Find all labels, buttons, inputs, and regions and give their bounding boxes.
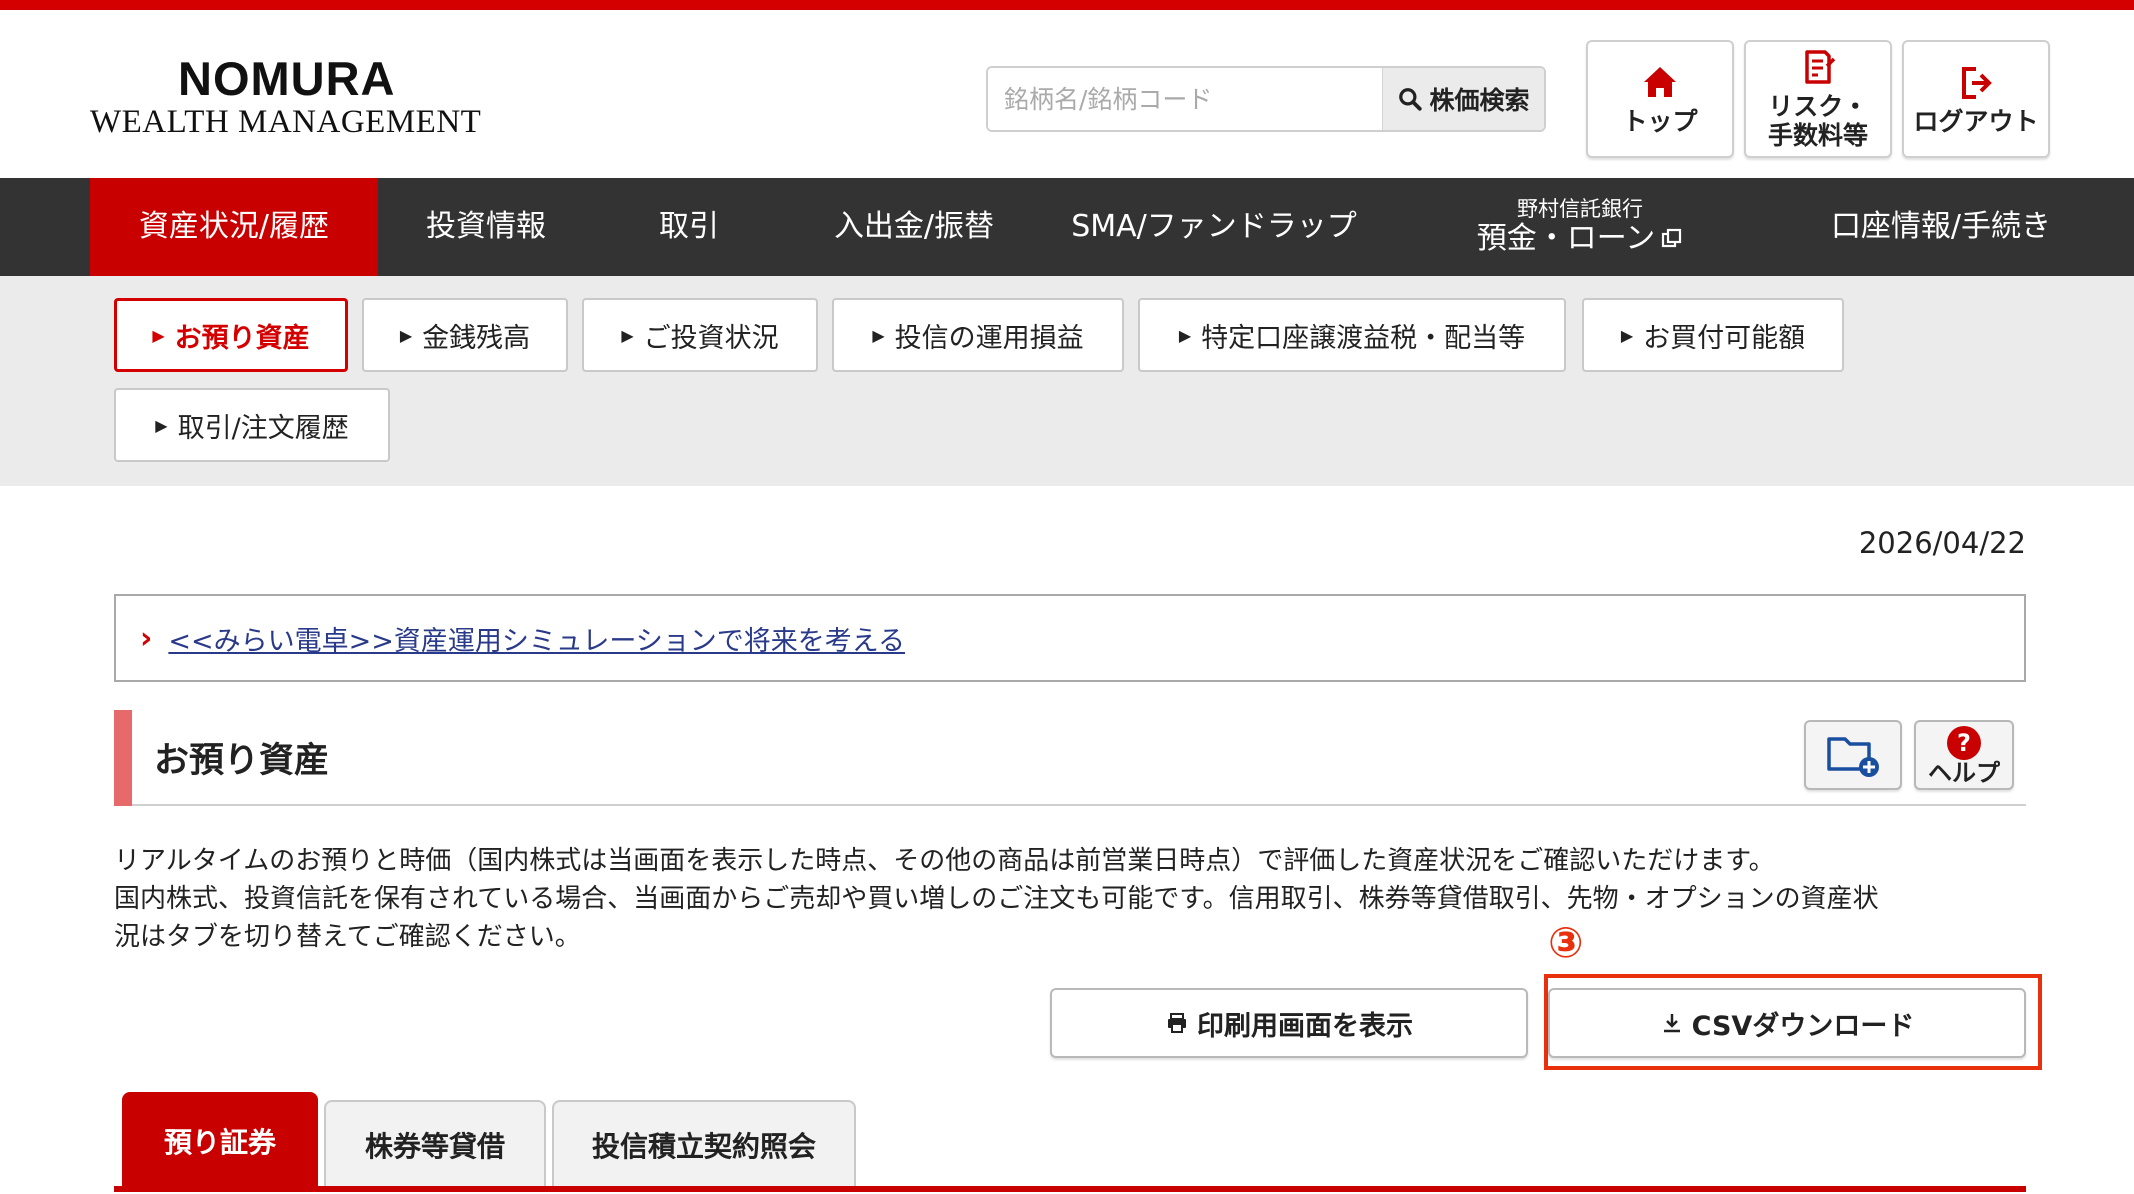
subtab-buying-power[interactable]: ▶ お買付可能額 bbox=[1582, 298, 1844, 372]
risk-fees-button[interactable]: リスク・ 手数料等 bbox=[1744, 40, 1892, 158]
section-title: お預り資産 bbox=[154, 741, 330, 781]
print-view-button-label: 印刷用画面を表示 bbox=[1197, 1010, 1413, 1042]
nav-account-procedures-label: 口座情報/手続き bbox=[1830, 209, 2052, 244]
nav-assets-history[interactable]: 資産状況/履歴 bbox=[90, 178, 378, 276]
print-view-button[interactable]: 印刷用画面を表示 bbox=[1050, 988, 1528, 1058]
nav-deposit-withdraw[interactable]: 入出金/振替 bbox=[784, 178, 1044, 276]
nav-deposit-loan-sublabel: 野村信託銀行 bbox=[1517, 197, 1643, 221]
subtab-deposited-assets-label: お預り資産 bbox=[174, 322, 310, 354]
stock-search-button-label: 株価検索 bbox=[1429, 86, 1530, 115]
subtab-investment-status-label: ご投資状況 bbox=[643, 322, 779, 354]
stock-search: 株価検索 bbox=[986, 66, 1546, 132]
tab-securities-lending[interactable]: 株券等貸借 bbox=[324, 1100, 546, 1188]
help-button-label: ヘルプ bbox=[1928, 759, 2000, 787]
triangle-right-icon: ▶ bbox=[1620, 325, 1634, 345]
subtab-buying-power-label: お買付可能額 bbox=[1643, 322, 1806, 354]
subtab-fund-profit-loss[interactable]: ▶ 投信の運用損益 bbox=[832, 298, 1124, 372]
add-folder-button[interactable] bbox=[1804, 720, 1902, 790]
help-button[interactable]: ? ヘルプ bbox=[1914, 720, 2014, 790]
nav-sma-fundwrap[interactable]: SMA/ファンドラップ bbox=[1044, 178, 1384, 276]
tab-deposited-securities[interactable]: 預り証券 bbox=[122, 1092, 318, 1188]
current-date: 2026/04/22 bbox=[1858, 526, 2026, 560]
logout-button[interactable]: ログアウト bbox=[1902, 40, 2050, 158]
subtab-deposited-assets[interactable]: ▶ お預り資産 bbox=[114, 298, 348, 372]
svg-text:?: ? bbox=[1957, 729, 1971, 757]
home-icon bbox=[1644, 66, 1676, 97]
triangle-right-icon: ▶ bbox=[872, 325, 885, 345]
section-header: お預り資産 ? ヘルプ bbox=[114, 710, 2026, 806]
csv-download-button[interactable]: CSVダウンロード bbox=[1548, 988, 2026, 1058]
description-line-1: リアルタイムのお預りと時価（国内株式は当画面を表示した時点、その他の商品は前営業… bbox=[114, 846, 1775, 876]
triangle-right-icon: ▶ bbox=[399, 325, 413, 345]
subtab-trade-order-history-label: 取引/注文履歴 bbox=[177, 412, 349, 444]
section-accent-bar bbox=[114, 710, 132, 806]
logout-button-label: ログアウト bbox=[1913, 106, 2039, 136]
document-icon bbox=[1805, 50, 1836, 84]
nav-assets-history-label: 資産状況/履歴 bbox=[138, 209, 330, 244]
stock-search-button[interactable]: 株価検索 bbox=[1382, 68, 1544, 130]
tab-fund-installment-contracts[interactable]: 投信積立契約照会 bbox=[552, 1100, 856, 1188]
subtab-specific-account-tax-label: 特定口座譲渡益税・配当等 bbox=[1201, 322, 1526, 354]
stock-search-input[interactable] bbox=[988, 68, 1382, 130]
nav-deposit-loan[interactable]: 野村信託銀行 預金・ローン bbox=[1384, 178, 1776, 276]
download-icon bbox=[1663, 1014, 1680, 1033]
logo-sub-text: WEALTH MANAGEMENT bbox=[90, 104, 482, 140]
nav-trade[interactable]: 取引 bbox=[594, 178, 784, 276]
printer-icon bbox=[1168, 1013, 1186, 1033]
tab-deposited-securities-label: 預り証券 bbox=[163, 1126, 276, 1159]
chevron-right-icon: › bbox=[140, 620, 153, 656]
risk-fees-button-label: リスク・ 手数料等 bbox=[1767, 92, 1868, 150]
top-accent-bar bbox=[0, 0, 2134, 10]
folder-add-icon bbox=[1827, 737, 1879, 777]
description-text: リアルタイムのお預りと時価（国内株式は当画面を表示した時点、その他の商品は前営業… bbox=[114, 842, 2026, 956]
mirai-calculator-link[interactable]: <<みらい電卓>>資産運用シミュレーションで将来を考える bbox=[168, 619, 905, 658]
nomura-logo[interactable]: NOMURA WEALTH MANAGEMENT bbox=[90, 52, 500, 140]
top-button-label: トップ bbox=[1622, 106, 1698, 136]
description-line-2: 国内株式、投資信託を保有されている場合、当画面からご売却や買い増しのご注文も可能… bbox=[114, 884, 1879, 914]
question-icon: ? bbox=[1947, 726, 1981, 760]
nav-deposit-loan-label: 預金・ローン bbox=[1476, 221, 1656, 256]
nav-trade-label: 取引 bbox=[659, 209, 719, 244]
annotation-number: ③ bbox=[1548, 918, 1584, 967]
tabs-underline bbox=[114, 1186, 2026, 1192]
promo-banner: › <<みらい電卓>>資産運用シミュレーションで将来を考える bbox=[114, 594, 2026, 682]
tab-fund-installment-contracts-label: 投信積立契約照会 bbox=[591, 1130, 816, 1163]
subtab-investment-status[interactable]: ▶ ご投資状況 bbox=[582, 298, 818, 372]
search-icon bbox=[1399, 88, 1423, 111]
top-button[interactable]: トップ bbox=[1586, 40, 1734, 158]
triangle-right-icon: ▶ bbox=[155, 415, 168, 435]
csv-download-button-label: CSVダウンロード bbox=[1691, 1010, 1915, 1042]
subtab-cash-balance[interactable]: ▶ 金銭残高 bbox=[362, 298, 568, 372]
triangle-right-icon: ▶ bbox=[1178, 325, 1192, 345]
nav-deposit-withdraw-label: 入出金/振替 bbox=[833, 209, 995, 244]
nav-deposit-loan-main: 預金・ローン bbox=[1477, 221, 1684, 257]
logout-icon bbox=[1962, 66, 1992, 99]
nav-sma-fundwrap-label: SMA/ファンドラップ bbox=[1071, 209, 1357, 244]
external-link-icon bbox=[1662, 228, 1682, 248]
description-line-3: 況はタブを切り替えてご確認ください。 bbox=[114, 922, 581, 952]
nav-investment-info-label: 投資情報 bbox=[426, 209, 546, 244]
main-navigation: 資産状況/履歴 投資情報 取引 入出金/振替 SMA/ファンドラップ 野村信託銀… bbox=[0, 178, 2134, 276]
logo-main-text: NOMURA bbox=[178, 52, 396, 105]
nav-investment-info[interactable]: 投資情報 bbox=[378, 178, 594, 276]
subtab-cash-balance-label: 金銭残高 bbox=[422, 322, 531, 354]
subtab-trade-order-history[interactable]: ▶ 取引/注文履歴 bbox=[114, 388, 390, 462]
sub-navigation: ▶ お預り資産 ▶ 金銭残高 ▶ ご投資状況 ▶ 投信の運用損益 ▶ 特定口座譲渡益税・配… bbox=[0, 276, 2134, 486]
nav-account-procedures[interactable]: 口座情報/手続き bbox=[1776, 178, 2106, 276]
tab-securities-lending-label: 株券等貸借 bbox=[364, 1130, 505, 1163]
triangle-right-icon: ▶ bbox=[152, 325, 165, 345]
triangle-right-icon: ▶ bbox=[621, 325, 634, 345]
subtab-fund-profit-loss-label: 投信の運用損益 bbox=[894, 322, 1084, 354]
subtab-specific-account-tax[interactable]: ▶ 特定口座譲渡益税・配当等 bbox=[1138, 298, 1566, 372]
